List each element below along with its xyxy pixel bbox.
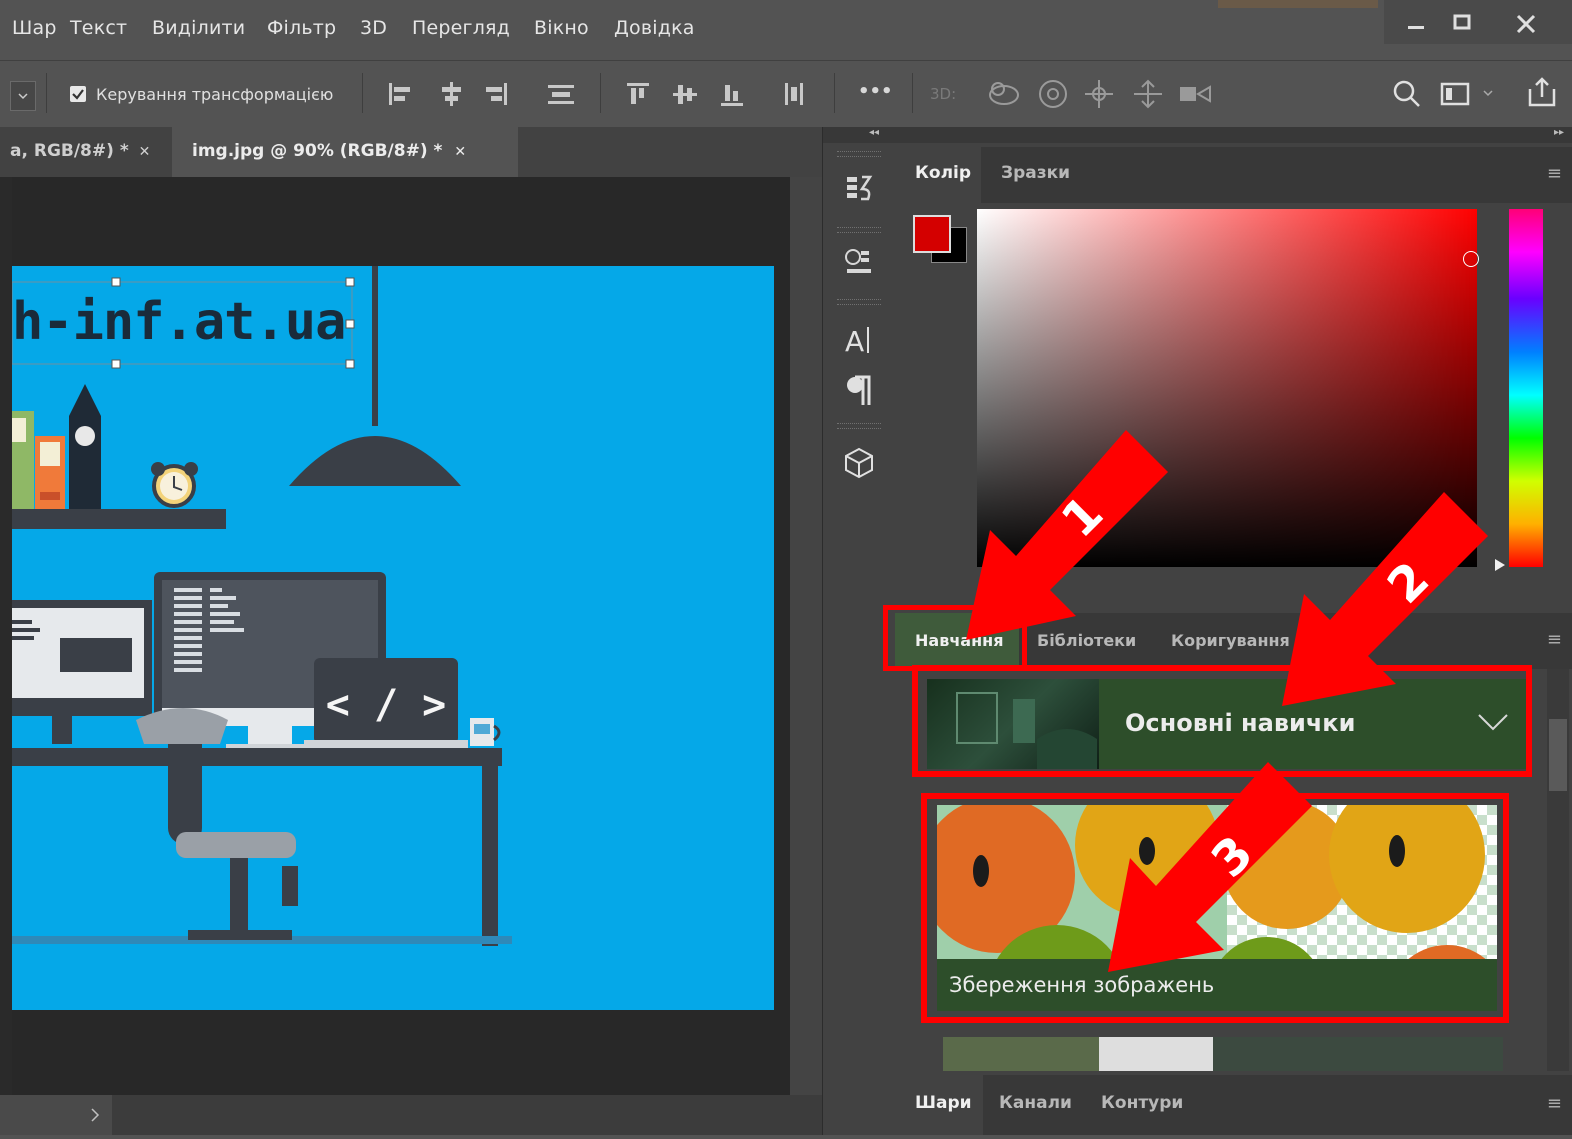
annotation-arrows: 1 2 3 <box>966 430 1488 972</box>
arrow-2 <box>1282 492 1488 706</box>
arrow-1 <box>966 430 1168 640</box>
arrow-3 <box>1108 762 1312 972</box>
